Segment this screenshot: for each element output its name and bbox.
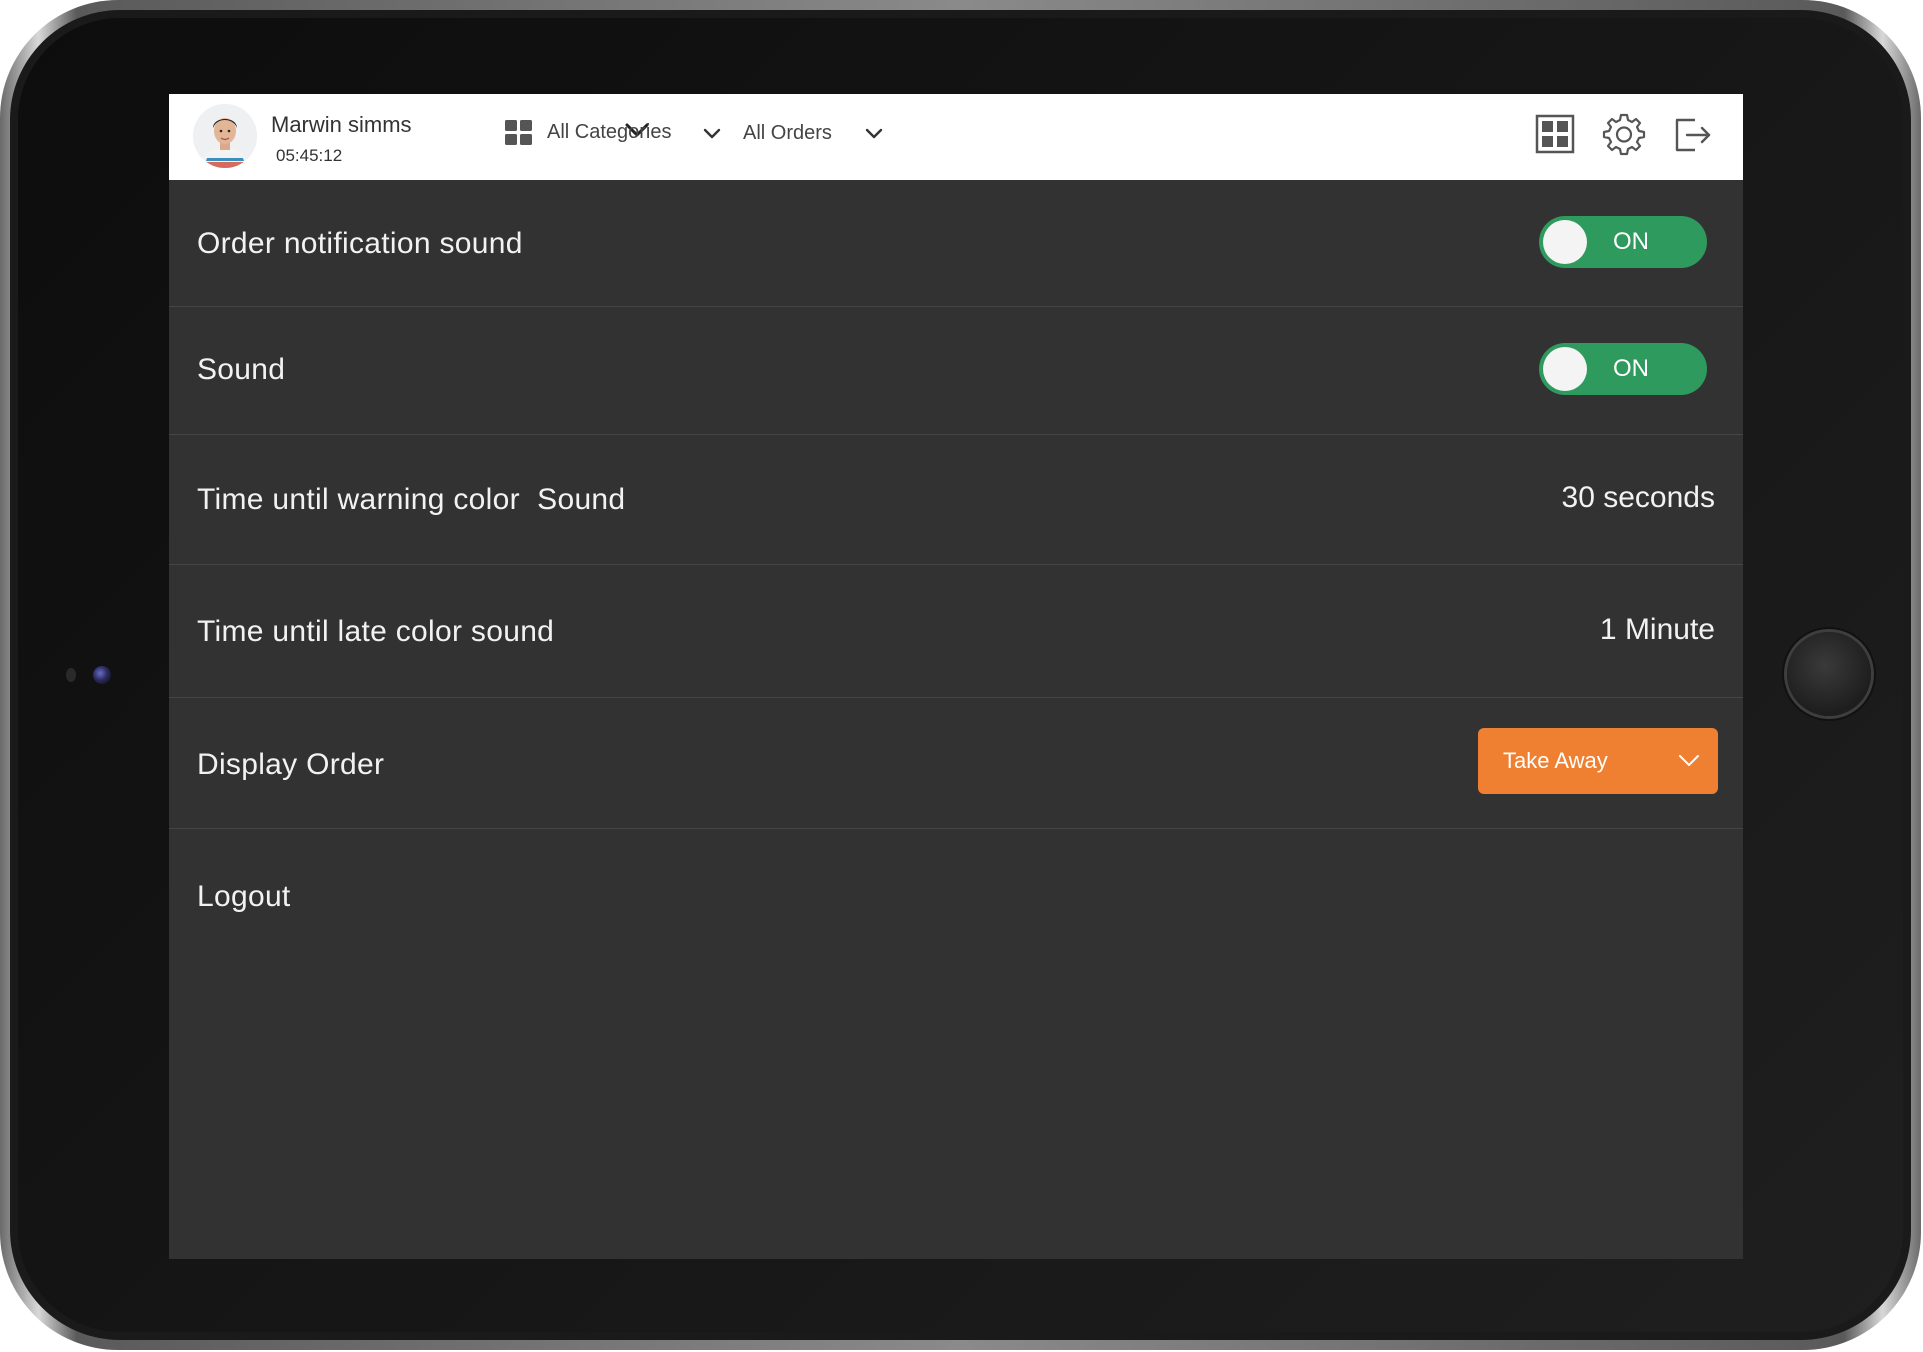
categories-grid-icon[interactable] [505, 120, 533, 146]
avatar-image [193, 104, 257, 168]
warning-time-label: Time until warning color Sound [197, 483, 626, 516]
toggle-knob [1543, 220, 1587, 264]
tablet-frame: Marwin simms 05:45:12 All Categories All… [0, 0, 1921, 1350]
logout-link[interactable]: Logout [197, 880, 291, 914]
setting-row-display-order: Display Order Take Away [169, 698, 1743, 829]
top-bar: Marwin simms 05:45:12 All Categories All… [169, 94, 1743, 180]
setting-row-order-notification: Order notification sound ON [169, 180, 1743, 307]
front-camera [93, 666, 111, 684]
avatar[interactable] [193, 104, 257, 168]
display-order-selected: Take Away [1503, 748, 1608, 773]
gear-icon[interactable] [1602, 112, 1646, 156]
setting-row-sound: Sound ON [169, 307, 1743, 435]
category-chevron-down-icon[interactable] [703, 128, 721, 140]
toggle-state: ON [1613, 228, 1649, 255]
grid-view-icon[interactable] [1533, 112, 1577, 156]
setting-row-late-time: Time until late color sound 1 Minute [169, 565, 1743, 698]
late-time-label: Time until late color sound [197, 615, 555, 648]
home-button[interactable] [1787, 632, 1871, 716]
sound-toggle[interactable]: ON [1539, 343, 1707, 395]
late-time-value[interactable]: 1 Minute [1600, 613, 1715, 647]
display-order-label: Display Order [197, 748, 385, 781]
screen: Marwin simms 05:45:12 All Categories All… [169, 94, 1743, 1259]
setting-row-warning-time: Time until warning color Sound 30 second… [169, 435, 1743, 565]
sensor [66, 668, 76, 682]
order-notification-label: Order notification sound [197, 227, 523, 260]
user-clock: 05:45:12 [276, 146, 343, 165]
category-filter[interactable]: All Categories [547, 121, 672, 144]
user-name[interactable]: Marwin simms [271, 112, 412, 138]
logout-icon[interactable] [1671, 112, 1715, 156]
warning-time-value[interactable]: 30 seconds [1562, 481, 1715, 515]
chevron-down-icon [1679, 755, 1699, 766]
order-notification-toggle[interactable]: ON [1539, 216, 1707, 268]
toggle-knob [1543, 347, 1587, 391]
toggle-state: ON [1613, 355, 1649, 382]
display-order-dropdown[interactable]: Take Away [1478, 728, 1718, 794]
order-chevron-down-icon[interactable] [865, 128, 883, 140]
order-filter[interactable]: All Orders [743, 122, 832, 145]
sound-label: Sound [197, 353, 286, 386]
